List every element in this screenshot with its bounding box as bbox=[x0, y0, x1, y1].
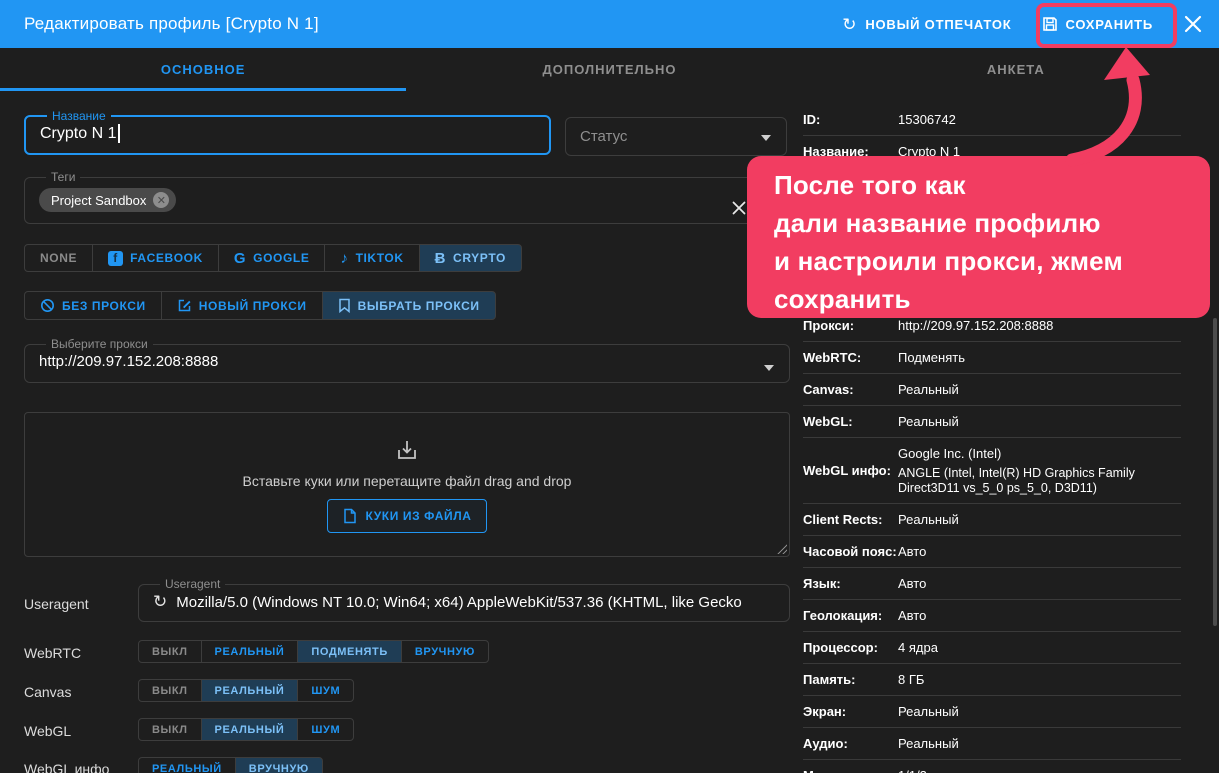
webgl-real[interactable]: РЕАЛЬНЫЙ bbox=[201, 718, 299, 741]
summary-row-language: Язык:Авто bbox=[803, 568, 1181, 600]
tags-clear-icon[interactable] bbox=[731, 200, 747, 216]
cookies-from-file-label: КУКИ ИЗ ФАЙЛА bbox=[366, 509, 472, 523]
platform-crypto[interactable]: Ƀ CRYPTO bbox=[419, 244, 522, 272]
text-cursor bbox=[118, 124, 120, 143]
webgl-off[interactable]: ВЫКЛ bbox=[138, 718, 202, 741]
useragent-field[interactable]: Useragent ↻ Mozilla/5.0 (Windows NT 10.0… bbox=[138, 577, 790, 622]
platform-tiktok[interactable]: ♪ TIKTOK bbox=[324, 244, 419, 272]
summary-row-client-rects: Client Rects:Реальный bbox=[803, 504, 1181, 536]
new-fingerprint-label: НОВЫЙ ОТПЕЧАТОК bbox=[865, 17, 1011, 32]
tags-label: Теги bbox=[46, 170, 80, 184]
proxy-select-label: Выберите прокси bbox=[46, 337, 153, 351]
summary-row-timezone: Часовой пояс:Авто bbox=[803, 536, 1181, 568]
summary-row-webgl-info: WebGL инфо: Google Inc. (Intel) ANGLE (I… bbox=[803, 438, 1181, 504]
canvas-off[interactable]: ВЫКЛ bbox=[138, 679, 202, 702]
webgl-selector: ВЫКЛ РЕАЛЬНЫЙ ШУМ bbox=[138, 718, 354, 741]
new-proxy-button[interactable]: НОВЫЙ ПРОКСИ bbox=[161, 291, 323, 320]
canvas-noise[interactable]: ШУМ bbox=[297, 679, 354, 702]
webgl-row-label: WebGL bbox=[24, 723, 71, 739]
tag-chip: Project Sandbox ✕ bbox=[39, 188, 176, 212]
canvas-row-label: Canvas bbox=[24, 684, 71, 700]
sync-icon: ↻ bbox=[842, 16, 857, 33]
tab-bar: ОСНОВНОЕ ДОПОЛНИТЕЛЬНО АНКЕТА bbox=[0, 48, 1219, 91]
webrtc-substitute[interactable]: ПОДМЕНЯТЬ bbox=[297, 640, 402, 663]
status-select[interactable]: Статус bbox=[565, 117, 787, 156]
tag-remove-icon[interactable]: ✕ bbox=[153, 192, 169, 208]
canvas-real[interactable]: РЕАЛЬНЫЙ bbox=[201, 679, 299, 702]
save-icon bbox=[1042, 16, 1058, 32]
useragent-row-label: Useragent bbox=[24, 596, 89, 612]
select-proxy-button[interactable]: ВЫБРАТЬ ПРОКСИ bbox=[322, 291, 496, 320]
proxy-mode-selector: БЕЗ ПРОКСИ НОВЫЙ ПРОКСИ ВЫБРАТЬ ПРОКСИ bbox=[24, 291, 496, 320]
summary-row-webgl: WebGL:Реальный bbox=[803, 406, 1181, 438]
summary-row-memory: Память:8 ГБ bbox=[803, 664, 1181, 696]
webrtc-off[interactable]: ВЫКЛ bbox=[138, 640, 202, 663]
profile-name-field[interactable]: Название Crypto N 1 bbox=[24, 109, 551, 155]
refresh-useragent-icon[interactable]: ↻ bbox=[153, 592, 167, 612]
webrtc-selector: ВЫКЛ РЕАЛЬНЫЙ ПОДМЕНЯТЬ ВРУЧНУЮ bbox=[138, 640, 489, 663]
header-actions: ↻ НОВЫЙ ОТПЕЧАТОК СОХРАНИТЬ bbox=[842, 14, 1203, 34]
profile-name-label: Название bbox=[47, 109, 111, 123]
useragent-value: Mozilla/5.0 (Windows NT 10.0; Win64; x64… bbox=[176, 594, 742, 611]
no-proxy-button[interactable]: БЕЗ ПРОКСИ bbox=[24, 291, 162, 320]
chevron-down-icon bbox=[761, 135, 771, 141]
bookmark-icon bbox=[338, 298, 351, 313]
platform-facebook[interactable]: f FACEBOOK bbox=[92, 244, 219, 272]
tab-additional[interactable]: ДОПОЛНИТЕЛЬНО bbox=[406, 48, 812, 91]
bitcoin-icon: Ƀ bbox=[435, 250, 446, 267]
tab-main[interactable]: ОСНОВНОЕ bbox=[0, 48, 406, 91]
summary-row-cpu: Процессор:4 ядра bbox=[803, 632, 1181, 664]
webgl-info-row-label: WebGL инфо bbox=[24, 761, 109, 773]
summary-row-webrtc: WebRTC:Подменять bbox=[803, 342, 1181, 374]
summary-row-canvas: Canvas:Реальный bbox=[803, 374, 1181, 406]
summary-row-screen: Экран:Реальный bbox=[803, 696, 1181, 728]
status-placeholder: Статус bbox=[580, 128, 627, 145]
proxy-select-field[interactable]: Выберите прокси http://209.97.152.208:88… bbox=[24, 337, 790, 383]
google-icon: G bbox=[234, 250, 246, 267]
tag-chip-label: Project Sandbox bbox=[51, 193, 146, 208]
file-icon bbox=[343, 508, 357, 524]
download-icon bbox=[394, 437, 420, 463]
block-icon bbox=[40, 298, 55, 313]
webgl-noise[interactable]: ШУМ bbox=[297, 718, 354, 741]
facebook-icon: f bbox=[108, 251, 123, 266]
chevron-down-icon bbox=[764, 365, 774, 371]
summary-row-audio: Аудио:Реальный bbox=[803, 728, 1181, 760]
tags-field[interactable]: Теги Project Sandbox ✕ bbox=[24, 170, 790, 224]
summary-row-media: Медиа:1/1/2 bbox=[803, 760, 1181, 773]
webrtc-manual[interactable]: ВРУЧНУЮ bbox=[401, 640, 489, 663]
edit-profile-dialog: Редактировать профиль [Crypto N 1] ↻ НОВ… bbox=[0, 0, 1219, 773]
useragent-field-label: Useragent bbox=[160, 577, 225, 591]
tiktok-icon: ♪ bbox=[340, 250, 348, 267]
platform-google[interactable]: G GOOGLE bbox=[218, 244, 326, 272]
profile-name-value: Crypto N 1 bbox=[40, 124, 535, 143]
close-icon[interactable] bbox=[1183, 14, 1203, 34]
webrtc-row-label: WebRTC bbox=[24, 645, 81, 661]
webgl-info-real[interactable]: РЕАЛЬНЫЙ bbox=[138, 757, 236, 773]
cookies-dropzone[interactable]: Вставьте куки или перетащите файл drag a… bbox=[24, 412, 790, 557]
dialog-title: Редактировать профиль [Crypto N 1] bbox=[24, 14, 319, 34]
annotation-text: После того как дали название профилю и н… bbox=[774, 166, 1190, 318]
webgl-info-selector: РЕАЛЬНЫЙ ВРУЧНУЮ bbox=[138, 757, 323, 773]
cookies-hint: Вставьте куки или перетащите файл drag a… bbox=[243, 473, 572, 489]
edit-icon bbox=[177, 298, 192, 313]
platform-selector: NONE f FACEBOOK G GOOGLE ♪ TIKTOK Ƀ CRYP… bbox=[24, 244, 522, 272]
platform-none[interactable]: NONE bbox=[24, 244, 93, 272]
save-label: СОХРАНИТЬ bbox=[1066, 17, 1154, 32]
proxy-select-value: http://209.97.152.208:8888 bbox=[39, 353, 775, 370]
summary-row-id: ID:15306742 bbox=[803, 104, 1181, 136]
webrtc-real[interactable]: РЕАЛЬНЫЙ bbox=[201, 640, 299, 663]
dialog-header: Редактировать профиль [Crypto N 1] ↻ НОВ… bbox=[0, 0, 1219, 48]
new-fingerprint-button[interactable]: ↻ НОВЫЙ ОТПЕЧАТОК bbox=[842, 16, 1011, 33]
webgl-info-manual[interactable]: ВРУЧНУЮ bbox=[235, 757, 323, 773]
cookies-from-file-button[interactable]: КУКИ ИЗ ФАЙЛА bbox=[327, 499, 488, 533]
canvas-selector: ВЫКЛ РЕАЛЬНЫЙ ШУМ bbox=[138, 679, 354, 702]
summary-row-geolocation: Геолокация:Авто bbox=[803, 600, 1181, 632]
tab-questionnaire[interactable]: АНКЕТА bbox=[813, 48, 1219, 91]
save-button[interactable]: СОХРАНИТЬ bbox=[1042, 16, 1154, 32]
annotation-callout: После того как дали название профилю и н… bbox=[747, 156, 1210, 318]
